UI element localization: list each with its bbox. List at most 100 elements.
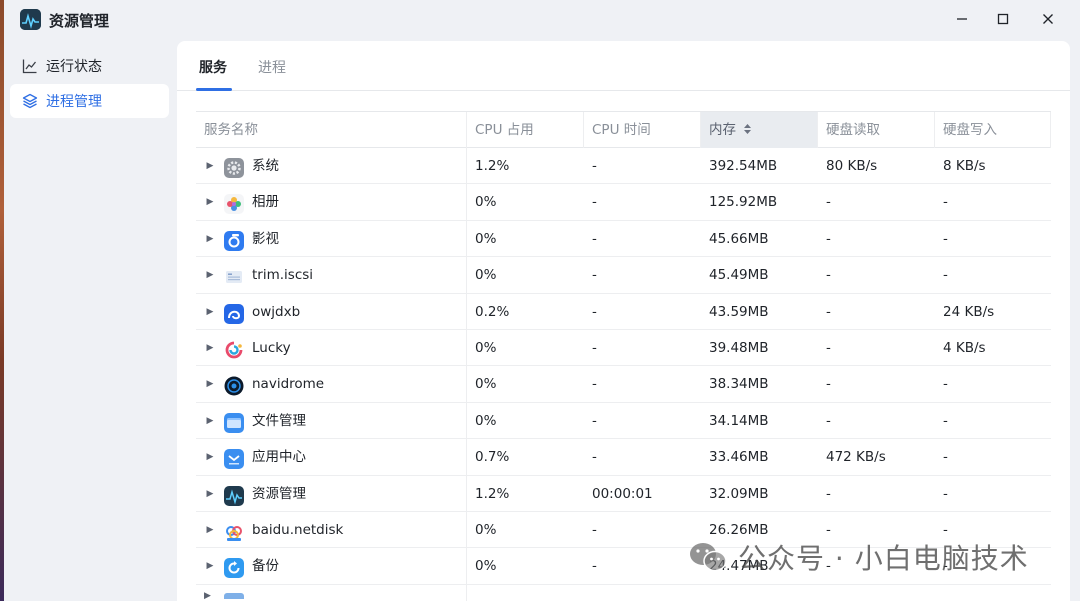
service-name-cell: ▶ 备份 bbox=[196, 548, 467, 584]
disk-read-cell: 80 KB/s bbox=[826, 158, 878, 174]
expand-arrow-icon[interactable]: ▶ bbox=[198, 548, 222, 584]
cpu-usage-cell: 0% bbox=[475, 522, 497, 538]
settings-gear-icon bbox=[224, 156, 244, 178]
video-player-icon bbox=[224, 229, 244, 251]
disk-write-cell: 4 KB/s bbox=[943, 340, 986, 356]
service-name: 相册 bbox=[252, 194, 279, 211]
maximize-button[interactable] bbox=[988, 6, 1018, 32]
baidu-netdisk-icon bbox=[224, 520, 244, 541]
expand-arrow-icon[interactable]: ▶ bbox=[198, 294, 222, 330]
table-row[interactable]: ▶ Lucky 0% - 39.48MB - 4 KB/s bbox=[196, 330, 1051, 367]
expand-arrow-icon[interactable]: ▶ bbox=[198, 476, 222, 512]
service-name-cell: ▶ Lucky bbox=[196, 330, 467, 366]
table-row-partial: ▶ bbox=[196, 587, 1051, 601]
service-name: owjdxb bbox=[252, 303, 301, 320]
disk-write-cell: - bbox=[943, 230, 948, 247]
column-header-cpu-time[interactable]: CPU 时间 bbox=[584, 112, 701, 148]
expand-arrow-icon[interactable]: ▶ bbox=[198, 366, 222, 402]
disk-read-cell: - bbox=[826, 412, 831, 429]
cpu-time-cell: - bbox=[592, 194, 597, 211]
memory-cell: 45.66MB bbox=[709, 230, 769, 247]
tab-processes[interactable]: 进程 bbox=[258, 57, 286, 77]
table-row[interactable]: ▶ 资源管理 1.2% 00:00:01 32.09MB - - bbox=[196, 476, 1051, 512]
disk-read-cell: - bbox=[826, 267, 831, 284]
disk-read-cell: - bbox=[826, 194, 831, 211]
cpu-time-cell: - bbox=[592, 449, 597, 466]
expand-arrow-icon[interactable]: ▶ bbox=[198, 148, 222, 184]
disk-read-cell: - bbox=[826, 485, 831, 502]
table-row[interactable]: ▶ 文件管理 0% - 34.14MB - - bbox=[196, 403, 1051, 440]
service-name-cell: ▶ 相册 bbox=[196, 184, 467, 220]
wechat-icon bbox=[690, 543, 727, 572]
resource-monitor-icon bbox=[224, 484, 244, 506]
close-button[interactable] bbox=[1033, 6, 1063, 32]
memory-cell: 33.46MB bbox=[709, 449, 769, 466]
column-header-name[interactable]: 服务名称 bbox=[196, 112, 467, 148]
cpu-time-cell: - bbox=[592, 340, 597, 356]
watermark: 公众号 · 小白电脑技术 bbox=[688, 537, 1029, 577]
backup-icon bbox=[224, 556, 244, 579]
table-row[interactable]: ▶ owjdxb 0.2% - 43.59MB - 24 KB/s bbox=[196, 294, 1051, 330]
navidrome-disc-icon bbox=[224, 374, 244, 396]
expand-arrow-icon[interactable]: ▶ bbox=[198, 403, 222, 439]
expand-arrow-icon[interactable]: ▶ bbox=[198, 439, 222, 475]
maximize-icon bbox=[997, 13, 1009, 25]
service-name: 影视 bbox=[252, 230, 279, 247]
column-header-disk-read[interactable]: 硬盘读取 bbox=[818, 112, 935, 148]
tab-services[interactable]: 服务 bbox=[199, 57, 227, 77]
service-name-cell: ▶ baidu.netdisk bbox=[196, 512, 467, 548]
disk-read-cell: 472 KB/s bbox=[826, 449, 886, 466]
expand-arrow-icon[interactable]: ▶ bbox=[198, 221, 222, 257]
table-row[interactable]: ▶ 应用中心 0.7% - 33.46MB 472 KB/s - bbox=[196, 439, 1051, 476]
table-row[interactable]: ▶ 相册 0% - 125.92MB - - bbox=[196, 184, 1051, 221]
table-header: 服务名称 CPU 占用 CPU 时间 内存 硬盘读取 硬盘写入 bbox=[196, 111, 1051, 148]
service-name: Lucky bbox=[252, 340, 291, 356]
sidebar: 运行状态 进程管理 bbox=[4, 40, 176, 601]
disk-write-cell: 8 KB/s bbox=[943, 158, 986, 174]
cpu-time-cell: - bbox=[592, 412, 597, 429]
cpu-usage-cell: 0% bbox=[475, 412, 497, 429]
iscsi-doc-icon bbox=[224, 265, 244, 285]
expand-arrow-icon[interactable]: ▶ bbox=[198, 257, 222, 293]
disk-write-cell: - bbox=[943, 485, 948, 502]
service-name: 应用中心 bbox=[252, 449, 306, 466]
service-name: 备份 bbox=[252, 558, 279, 575]
cpu-time-cell: - bbox=[592, 158, 597, 174]
cpu-usage-cell: 1.2% bbox=[475, 485, 510, 502]
sidebar-item-status[interactable]: 运行状态 bbox=[10, 49, 169, 83]
table-row[interactable]: ▶ 影视 0% - 45.66MB - - bbox=[196, 221, 1051, 258]
memory-cell: 34.14MB bbox=[709, 412, 769, 429]
service-name-cell: ▶ 应用中心 bbox=[196, 439, 467, 475]
expand-arrow-icon: ▶ bbox=[204, 591, 211, 601]
table-row[interactable]: ▶ trim.iscsi 0% - 45.49MB - - bbox=[196, 257, 1051, 294]
service-name: trim.iscsi bbox=[252, 267, 314, 284]
cpu-time-cell: - bbox=[592, 522, 597, 538]
column-header-memory-label: 内存 bbox=[709, 122, 736, 138]
table-row[interactable]: ▶ navidrome 0% - 38.34MB - - bbox=[196, 366, 1051, 403]
disk-read-cell: - bbox=[826, 340, 831, 356]
service-name: 系统 bbox=[252, 158, 279, 174]
sort-icon bbox=[744, 124, 752, 134]
memory-cell: 32.09MB bbox=[709, 485, 769, 502]
cpu-usage-cell: 0% bbox=[475, 194, 497, 211]
disk-write-cell: - bbox=[943, 412, 948, 429]
sidebar-item-process[interactable]: 进程管理 bbox=[10, 84, 169, 118]
table-row[interactable]: ▶ 系统 1.2% - 392.54MB 80 KB/s 8 KB/s bbox=[196, 148, 1051, 185]
cpu-usage-cell: 0.7% bbox=[475, 449, 510, 466]
cpu-time-cell: - bbox=[592, 376, 597, 393]
expand-arrow-icon[interactable]: ▶ bbox=[198, 184, 222, 220]
column-header-disk-write[interactable]: 硬盘写入 bbox=[935, 112, 1051, 148]
expand-arrow-icon[interactable]: ▶ bbox=[198, 330, 222, 366]
column-header-memory[interactable]: 内存 bbox=[701, 112, 818, 148]
service-name-cell: ▶ owjdxb bbox=[196, 294, 467, 330]
service-name: baidu.netdisk bbox=[252, 522, 344, 538]
disk-read-cell: - bbox=[826, 230, 831, 247]
service-name-cell: ▶ 影视 bbox=[196, 221, 467, 257]
minimize-button[interactable] bbox=[947, 6, 977, 32]
column-header-cpu[interactable]: CPU 占用 bbox=[467, 112, 584, 148]
cpu-usage-cell: 1.2% bbox=[475, 158, 510, 174]
disk-write-cell: - bbox=[943, 194, 948, 211]
service-name-cell: ▶ 资源管理 bbox=[196, 476, 467, 512]
disk-write-cell: - bbox=[943, 376, 948, 393]
expand-arrow-icon[interactable]: ▶ bbox=[198, 512, 222, 548]
